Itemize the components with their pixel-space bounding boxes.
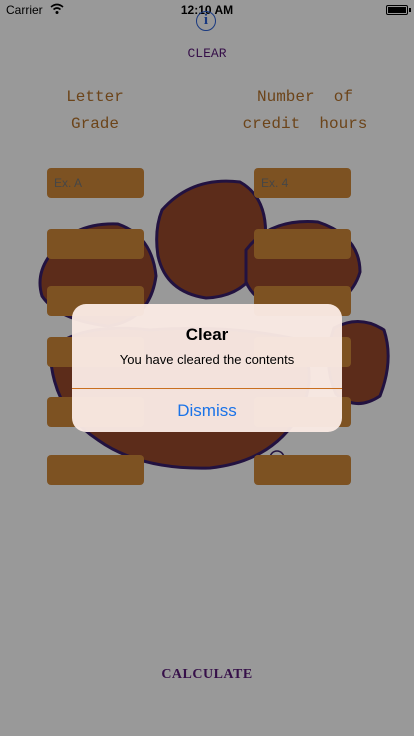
dismiss-button[interactable]: Dismiss <box>72 389 342 432</box>
clear-alert-dialog: Clear You have cleared the contents Dism… <box>72 304 342 432</box>
alert-title: Clear <box>185 325 229 344</box>
alert-message: You have cleared the contents <box>119 352 295 367</box>
